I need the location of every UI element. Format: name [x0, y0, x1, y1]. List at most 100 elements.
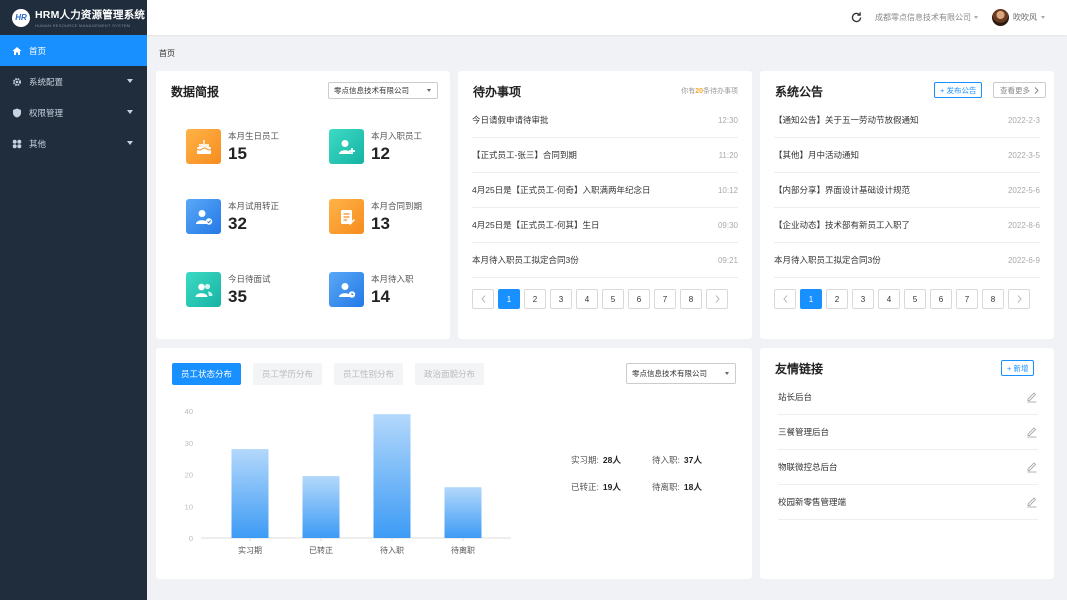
chart-tab-2[interactable]: 员工性别分布 — [334, 363, 404, 385]
bar-3[interactable] — [444, 487, 482, 538]
page-button[interactable]: 1 — [800, 289, 822, 309]
list-item-time: 10:12 — [717, 185, 738, 195]
page-button[interactable]: 5 — [602, 289, 624, 309]
stats-company-select[interactable]: 零点信息技术有限公司 — [328, 82, 438, 99]
page-button[interactable]: 7 — [956, 289, 978, 309]
avatar — [992, 9, 1009, 26]
page-button[interactable]: 5 — [904, 289, 926, 309]
page-button[interactable]: 6 — [628, 289, 650, 309]
bar-0[interactable] — [231, 449, 269, 538]
list-item-text: 【正式员工-张三】合同到期 — [472, 150, 577, 160]
list-item-date: 2022-6-9 — [1007, 255, 1040, 265]
link-item-label: 三餐管理后台 — [778, 427, 830, 437]
next-page-button[interactable] — [706, 289, 728, 309]
page-button[interactable]: 3 — [550, 289, 572, 309]
link-item[interactable]: 校园新零售管理端 — [778, 485, 1038, 520]
list-item-text: 4月25日是【正式员工-何奇】入职满两年纪念日 — [472, 185, 651, 195]
stat-item[interactable]: 本月待入职 14 — [329, 272, 414, 307]
summary-value: 18人 — [683, 482, 702, 492]
stat-label: 本月入职员工 — [371, 131, 423, 141]
link-item-label: 站长后台 — [778, 392, 813, 402]
list-item[interactable]: 本月待入职员工拟定合同3份 2022-6-9 — [774, 243, 1040, 278]
sidebar-item-label: 系统配置 — [29, 76, 64, 87]
prev-page-button[interactable] — [472, 289, 494, 309]
page-button[interactable]: 1 — [498, 289, 520, 309]
link-item[interactable]: 三餐管理后台 — [778, 415, 1038, 450]
page-button[interactable]: 4 — [878, 289, 900, 309]
publish-notice-button[interactable]: + 发布公告 — [934, 82, 983, 98]
user-clock-icon — [329, 272, 364, 307]
home-icon — [12, 46, 22, 56]
chart-tab-1[interactable]: 员工学历分布 — [253, 363, 323, 385]
page-button[interactable]: 6 — [930, 289, 952, 309]
bar-2[interactable] — [373, 414, 411, 538]
link-item-label: 校园新零售管理端 — [778, 497, 847, 507]
edit-icon[interactable] — [1026, 426, 1038, 438]
chevron-down-icon — [1041, 16, 1045, 19]
view-more-label: 查看更多 — [1000, 85, 1030, 95]
list-item[interactable]: 本月待入职员工拟定合同3份 09:21 — [472, 243, 738, 278]
link-item-label: 物联微控总后台 — [778, 462, 838, 472]
sidebar-item-3[interactable]: 其他 — [0, 128, 147, 159]
next-page-button[interactable] — [1008, 289, 1030, 309]
sidebar-item-0[interactable]: 首页 — [0, 35, 147, 66]
prev-page-button[interactable] — [774, 289, 796, 309]
list-item[interactable]: 【正式员工-张三】合同到期 11:20 — [472, 138, 738, 173]
summary-item: 已转正: 19人 — [571, 481, 621, 493]
list-item-date: 2022-2-3 — [1007, 115, 1040, 125]
list-item-text: 今日请假申请待审批 — [472, 115, 549, 125]
company-switcher[interactable]: 成都零点信息技术有限公司 — [875, 12, 978, 23]
stats-card-title: 数据简报 — [171, 85, 220, 99]
bar-chart: 0 10 20 30 40 实习期 已转正 待入职 待离职 — [185, 407, 511, 555]
notice-card-title: 系统公告 — [775, 85, 824, 99]
list-item[interactable]: 【内部分享】界面设计基础设计规范 2022-5-6 — [774, 173, 1040, 208]
link-item[interactable]: 站长后台 — [778, 380, 1038, 415]
list-item-date: 2022-3-5 — [1007, 150, 1040, 160]
stat-item[interactable]: 本月试用转正 32 — [186, 199, 279, 234]
stat-item[interactable]: 今日待面试 35 — [186, 272, 271, 307]
chart-tab-0[interactable]: 员工状态分布 — [172, 363, 242, 385]
link-item[interactable]: 物联微控总后台 — [778, 450, 1038, 485]
summary-value: 19人 — [602, 482, 621, 492]
page-button[interactable]: 3 — [852, 289, 874, 309]
list-item[interactable]: 【其他】月中活动通知 2022-3-5 — [774, 138, 1040, 173]
chevron-down-icon — [127, 141, 133, 145]
list-item[interactable]: 今日请假申请待审批 12:30 — [472, 103, 738, 138]
page-button[interactable]: 8 — [982, 289, 1004, 309]
stat-item[interactable]: 本月入职员工 12 — [329, 129, 422, 164]
page-button[interactable]: 2 — [826, 289, 848, 309]
page-button[interactable]: 8 — [680, 289, 702, 309]
add-link-button[interactable]: + 新增 — [1001, 360, 1035, 376]
app-logo[interactable]: HR HRM人力资源管理系统 HUMAN RESOURCE MANAGEMENT… — [0, 0, 147, 35]
sidebar-item-1[interactable]: 系统配置 — [0, 66, 147, 97]
page-button[interactable]: 4 — [576, 289, 598, 309]
list-item-date: 2022-5-6 — [1007, 185, 1040, 195]
list-item[interactable]: 4月25日是【正式员工-何奇】入职满两年纪念日 10:12 — [472, 173, 738, 208]
page-button[interactable]: 7 — [654, 289, 676, 309]
notice-list: 【通知公告】关于五一劳动节放假通知 2022-2-3 【其他】月中活动通知 202… — [774, 103, 1040, 278]
refresh-icon[interactable] — [849, 11, 863, 25]
view-more-button[interactable]: 查看更多 — [993, 82, 1046, 98]
todo-list: 今日请假申请待审批 12:30 【正式员工-张三】合同到期 11:20 4月25日是… — [472, 103, 738, 278]
breadcrumb[interactable]: 首页 — [159, 48, 175, 59]
summary-value: 37人 — [683, 455, 702, 465]
sidebar: HR HRM人力资源管理系统 HUMAN RESOURCE MANAGEMENT… — [0, 0, 147, 600]
user-menu[interactable]: 吹吹风 — [992, 9, 1045, 26]
stat-value: 35 — [228, 287, 247, 306]
list-item[interactable]: 【通知公告】关于五一劳动节放假通知 2022-2-3 — [774, 103, 1040, 138]
stat-item[interactable]: 本月合同到期 13 — [329, 199, 422, 234]
edit-icon[interactable] — [1026, 496, 1038, 508]
app-subtitle: HUMAN RESOURCE MANAGEMENT SYSTEM — [35, 23, 131, 28]
sidebar-item-2[interactable]: 权限管理 — [0, 97, 147, 128]
list-item[interactable]: 【企业动态】技术部有新员工入职了 2022-8-6 — [774, 208, 1040, 243]
chart-company-select[interactable]: 零点信息技术有限公司 — [626, 363, 736, 384]
username: 吹吹风 — [1013, 13, 1037, 22]
bar-1[interactable] — [302, 476, 340, 538]
chart-tab-3[interactable]: 政治面貌分布 — [415, 363, 485, 385]
edit-icon[interactable] — [1026, 461, 1038, 473]
edit-icon[interactable] — [1026, 391, 1038, 403]
page-button[interactable]: 2 — [524, 289, 546, 309]
stat-item[interactable]: 本月生日员工 15 — [186, 129, 279, 164]
contract-icon — [329, 199, 364, 234]
list-item[interactable]: 4月25日是【正式员工-何其】生日 09:30 — [472, 208, 738, 243]
